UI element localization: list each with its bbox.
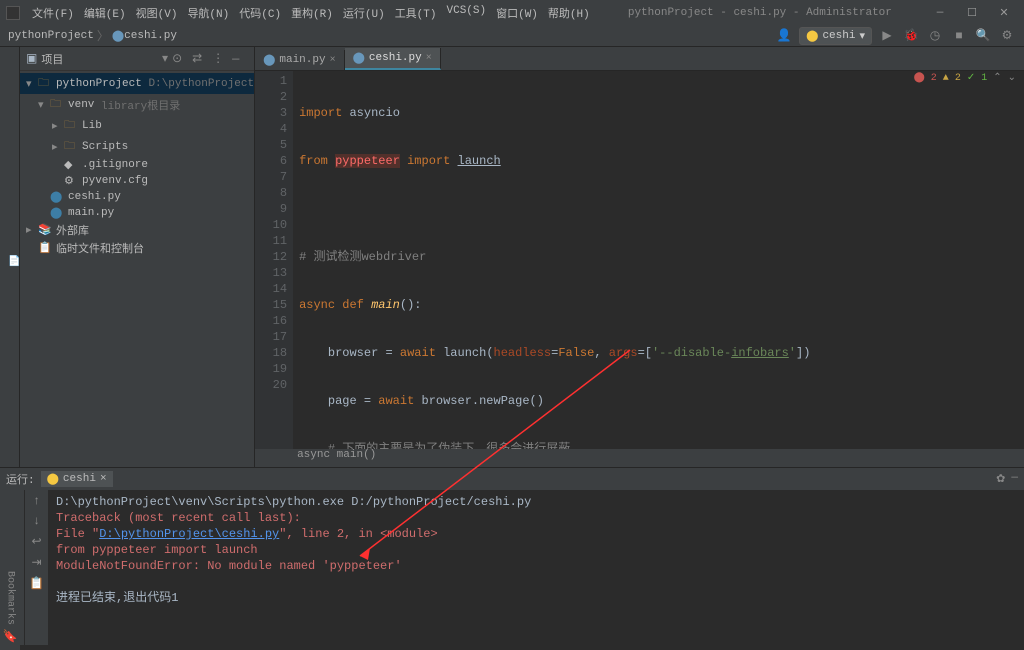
panel-collapse-icon[interactable]: ▣ [26, 51, 37, 66]
menu-edit[interactable]: 编辑(E) [80, 3, 130, 23]
app-icon [6, 6, 20, 20]
run-config-selector[interactable]: ⬤ceshi▾ [799, 27, 872, 45]
run-label: 运行: [6, 471, 35, 487]
menu-code[interactable]: 代码(C) [235, 3, 285, 23]
menu-navigate[interactable]: 导航(N) [183, 3, 233, 23]
editor-area: ⬤main.py× ⬤ceshi.py× ⬤ 2 ▲ 2 ✓ 1 ⌃ ⌄ 123… [255, 47, 1024, 467]
tree-scripts[interactable]: ▸🗀Scripts [20, 136, 254, 157]
project-panel-title: 项目 [41, 51, 162, 67]
menu-bar: 文件(F) 编辑(E) 视图(V) 导航(N) 代码(C) 重构(R) 运行(U… [28, 3, 594, 23]
breadcrumb: pythonProject 〉 ⬤ ceshi.py 👤 ⬤ceshi▾ ▶ 🐞… [0, 25, 1024, 47]
left-stripe: Bookmarks 🔖 [0, 495, 20, 650]
tree-venv[interactable]: ▾🗀venv library根目录 [20, 94, 254, 115]
run-button[interactable]: ▶ [878, 27, 896, 45]
sidebar: 📄 ▣ 项目 ▾ ⊙ ⇄ ⋮ — ▾🗀pythonProject D:\pyth… [0, 47, 255, 467]
scroll-down-icon[interactable]: ↓ [33, 514, 40, 528]
menu-window[interactable]: 窗口(W) [492, 3, 542, 23]
tab-ceshi[interactable]: ⬤ceshi.py× [345, 48, 441, 70]
tree-external[interactable]: ▸📚外部库 [20, 221, 254, 239]
maximize-button[interactable]: ☐ [958, 4, 986, 22]
project-tool-tab[interactable]: 📄 [0, 47, 20, 467]
line-gutter: 1234567891011121314151617181920 [255, 71, 293, 449]
breadcrumb-root[interactable]: pythonProject [8, 30, 94, 42]
code-breadcrumb: async main() [255, 449, 1024, 467]
scroll-up-icon[interactable]: ↑ [33, 494, 40, 508]
breadcrumb-file[interactable]: ceshi.py [124, 30, 177, 42]
close-icon[interactable]: × [330, 55, 336, 66]
coverage-button[interactable]: ◷ [926, 27, 944, 45]
expand-icon[interactable]: ⇄ [192, 51, 208, 66]
debug-button[interactable]: 🐞 [902, 27, 920, 45]
run-panel: 运行: ⬤ceshi× ✿ — ▶ ■ ⟳ ≡↑ ≡↓ 🖶 🗑 ↑ ↓ ↩ ⇥ … [0, 467, 1024, 645]
menu-run[interactable]: 运行(U) [339, 3, 389, 23]
code-editor[interactable]: 1234567891011121314151617181920 import a… [255, 71, 1024, 449]
tree-root[interactable]: ▾🗀pythonProject D:\pythonProject [20, 73, 254, 94]
minimize-button[interactable]: — [926, 4, 954, 22]
run-toolbar2: ↑ ↓ ↩ ⇥ 📋 [24, 490, 48, 645]
run-tab[interactable]: ⬤ceshi× [41, 471, 113, 487]
tree-gitignore[interactable]: ◆.gitignore [20, 157, 254, 173]
window-title: pythonProject - ceshi.py - Administrator [594, 7, 926, 19]
close-icon[interactable]: × [100, 473, 107, 485]
export-icon[interactable]: 📋 [29, 576, 44, 591]
wrap-icon[interactable]: ↩ [31, 534, 41, 549]
tree-ceshi[interactable]: ⬤ceshi.py [20, 189, 254, 205]
gear-icon[interactable]: ⋮ [212, 51, 228, 66]
close-icon[interactable]: × [426, 53, 432, 64]
close-button[interactable]: ✕ [990, 4, 1018, 22]
bookmarks-icon[interactable]: 🔖 [3, 629, 18, 644]
menu-help[interactable]: 帮助(H) [544, 3, 594, 23]
menu-file[interactable]: 文件(F) [28, 3, 78, 23]
project-tree: ▾🗀pythonProject D:\pythonProject ▾🗀venv … [20, 71, 254, 259]
tab-main[interactable]: ⬤main.py× [255, 50, 345, 70]
hide-panel-icon[interactable]: — [1011, 472, 1018, 486]
search-icon[interactable]: 🔍 [974, 27, 992, 45]
hide-icon[interactable]: — [232, 52, 248, 66]
user-icon[interactable]: 👤 [775, 27, 793, 45]
tree-lib[interactable]: ▸🗀Lib [20, 115, 254, 136]
stop-button[interactable]: ■ [950, 27, 968, 45]
console-output[interactable]: D:\pythonProject\venv\Scripts\python.exe… [48, 490, 1024, 645]
tree-main[interactable]: ⬤main.py [20, 205, 254, 221]
menu-vcs[interactable]: VCS(S) [443, 3, 491, 23]
bookmarks-tab[interactable]: Bookmarks [5, 571, 16, 625]
menu-refactor[interactable]: 重构(R) [287, 3, 337, 23]
tree-pyvenv[interactable]: ⚙pyvenv.cfg [20, 173, 254, 189]
select-target-icon[interactable]: ⊙ [172, 51, 188, 66]
soft-wrap-icon2[interactable]: ⇥ [31, 555, 41, 570]
menu-view[interactable]: 视图(V) [132, 3, 182, 23]
settings-icon[interactable]: ⚙ [998, 27, 1016, 45]
soft-wrap-icon[interactable]: ✿ [996, 472, 1005, 486]
tree-scratch[interactable]: 📋临时文件和控制台 [20, 239, 254, 257]
titlebar: 文件(F) 编辑(E) 视图(V) 导航(N) 代码(C) 重构(R) 运行(U… [0, 0, 1024, 25]
menu-tools[interactable]: 工具(T) [391, 3, 441, 23]
